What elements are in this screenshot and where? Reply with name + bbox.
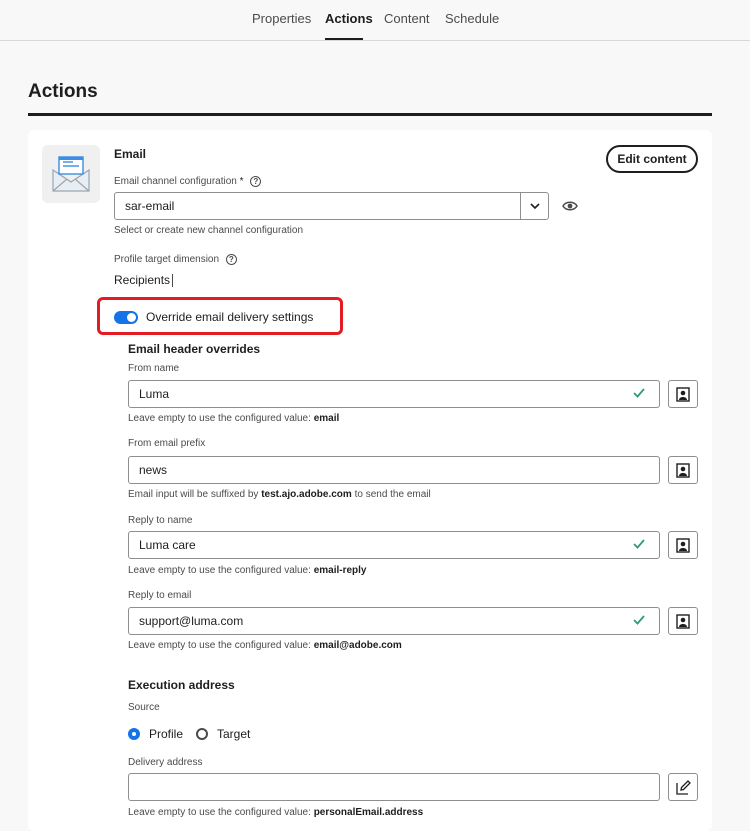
reply-to-email-value: support@luma.com (139, 614, 244, 628)
reply-to-email-label: Reply to email (128, 590, 192, 601)
override-toggle[interactable] (114, 311, 138, 324)
delivery-address-label: Delivery address (128, 757, 203, 768)
profile-target-label-row: Profile target dimension ? (114, 254, 237, 265)
delivery-address-help: Leave empty to use the configured value:… (128, 807, 424, 818)
required-asterisk: * (239, 176, 244, 188)
from-email-prefix-value: news (139, 463, 168, 477)
channel-config-help: Select or create new channel configurati… (114, 225, 304, 236)
source-label: Source (128, 702, 160, 713)
profile-target-value: Recipients (114, 273, 174, 288)
tab-actions[interactable]: Actions (325, 11, 373, 26)
email-envelope-icon (52, 156, 90, 192)
personalization-icon (676, 386, 690, 402)
reply-to-email-field[interactable]: support@luma.com (128, 607, 660, 635)
help-icon[interactable]: ? (250, 176, 262, 187)
override-toggle-label: Override email delivery settings (146, 310, 314, 324)
text-cursor (172, 274, 174, 288)
channel-config-select[interactable]: sar-email (114, 192, 549, 220)
radio-target-label[interactable]: Target (217, 727, 250, 741)
from-email-prefix-help: Email input will be suffixed by test.ajo… (128, 489, 431, 500)
email-channel-tile (42, 145, 100, 203)
from-name-help: Leave empty to use the configured value:… (128, 413, 340, 424)
edit-expression-button[interactable] (668, 773, 698, 801)
personalization-icon (676, 537, 690, 553)
page-title: Actions (28, 81, 98, 102)
valid-check-icon (633, 615, 645, 625)
help-icon[interactable]: ? (225, 254, 237, 265)
edit-content-button[interactable]: Edit content (606, 145, 698, 173)
edit-pencil-icon (675, 779, 691, 795)
valid-check-icon (633, 388, 645, 398)
radio-profile-label[interactable]: Profile (149, 727, 183, 741)
channel-config-label-row: Email channel configuration * ? (114, 176, 262, 188)
personalization-button[interactable] (668, 607, 698, 635)
personalization-button[interactable] (668, 531, 698, 559)
personalization-icon (676, 462, 690, 478)
reply-to-email-help: Leave empty to use the configured value:… (128, 640, 402, 651)
execution-address-heading: Execution address (128, 678, 235, 692)
personalization-icon (676, 613, 690, 629)
preview-eye-icon[interactable] (562, 200, 578, 212)
channel-config-label: Email channel configuration (114, 176, 237, 188)
radio-profile[interactable] (128, 728, 140, 740)
title-divider (28, 113, 712, 116)
personalization-button[interactable] (668, 380, 698, 408)
reply-to-name-help: Leave empty to use the configured value:… (128, 565, 367, 576)
tab-properties[interactable]: Properties (252, 11, 311, 26)
toggle-knob (127, 313, 136, 322)
personalization-button[interactable] (668, 456, 698, 484)
channel-config-value: sar-email (125, 199, 175, 213)
from-email-prefix-field[interactable]: news (128, 456, 660, 484)
reply-to-name-field[interactable]: Luma care (128, 531, 660, 559)
tab-schedule[interactable]: Schedule (445, 11, 499, 26)
reply-to-name-value: Luma care (139, 538, 196, 552)
delivery-address-field[interactable] (128, 773, 660, 801)
from-name-field[interactable]: Luma (128, 380, 660, 408)
chevron-down-icon[interactable] (520, 193, 548, 219)
active-tab-indicator (325, 38, 363, 40)
radio-target[interactable] (196, 728, 208, 740)
top-navigation: Properties Actions Content Schedule (0, 0, 750, 41)
tab-content[interactable]: Content (384, 11, 430, 26)
from-name-value: Luma (139, 387, 170, 401)
valid-check-icon (633, 539, 645, 549)
from-name-label: From name (128, 363, 180, 374)
from-email-prefix-label: From email prefix (128, 438, 206, 449)
profile-target-label: Profile target dimension (114, 254, 220, 266)
email-heading: Email (114, 147, 147, 161)
header-overrides-heading: Email header overrides (128, 342, 261, 356)
recipients-text: Recipients (114, 273, 171, 287)
reply-to-name-label: Reply to name (128, 515, 193, 526)
